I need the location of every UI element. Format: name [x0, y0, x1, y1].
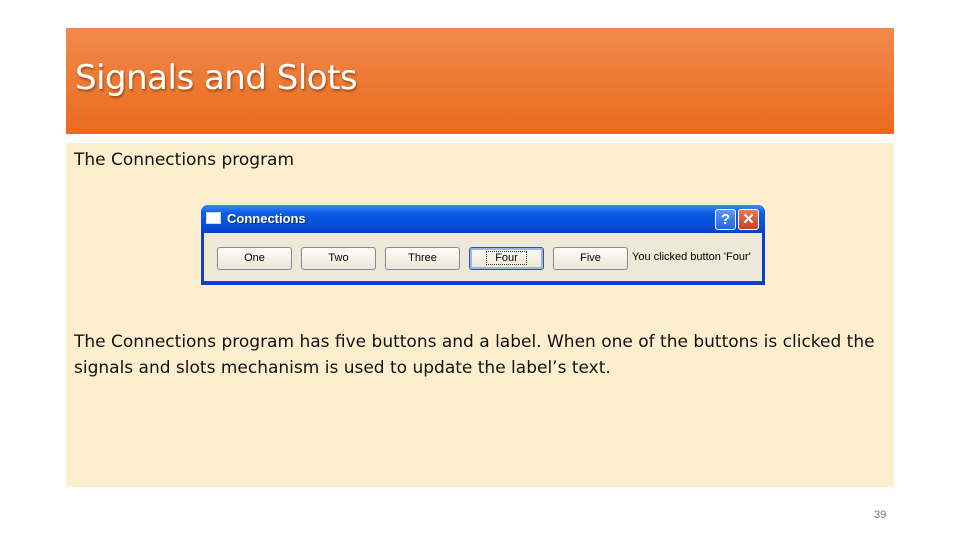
help-icon[interactable]: ? [715, 209, 736, 230]
button-one-label: One [244, 252, 265, 264]
slide-title: Signals and Slots [75, 58, 358, 98]
page-number: 39 [874, 509, 887, 521]
content-heading: The Connections program [74, 150, 295, 170]
slide-title-bar: Signals and Slots [66, 28, 894, 134]
button-two[interactable]: Two [301, 247, 376, 270]
button-four-label: Four [486, 251, 527, 265]
button-three-label: Three [408, 252, 437, 264]
window-app-icon [206, 212, 221, 224]
window-caption: Connections [227, 211, 306, 226]
status-label: You clicked button 'Four' [632, 251, 751, 263]
slide-content: The Connections program Connections ? ✕ … [66, 143, 894, 487]
button-two-label: Two [328, 252, 349, 264]
close-icon[interactable]: ✕ [738, 209, 759, 230]
connections-window: Connections ? ✕ One Two Three Four Five … [201, 205, 765, 285]
button-five[interactable]: Five [553, 247, 628, 270]
button-five-label: Five [580, 252, 601, 264]
description-paragraph: The Connections program has five buttons… [74, 332, 875, 378]
window-title-bar[interactable]: Connections ? ✕ [201, 205, 765, 233]
button-three[interactable]: Three [385, 247, 460, 270]
button-one[interactable]: One [217, 247, 292, 270]
button-four[interactable]: Four [469, 247, 544, 270]
window-body: One Two Three Four Five You clicked butt… [204, 233, 762, 281]
